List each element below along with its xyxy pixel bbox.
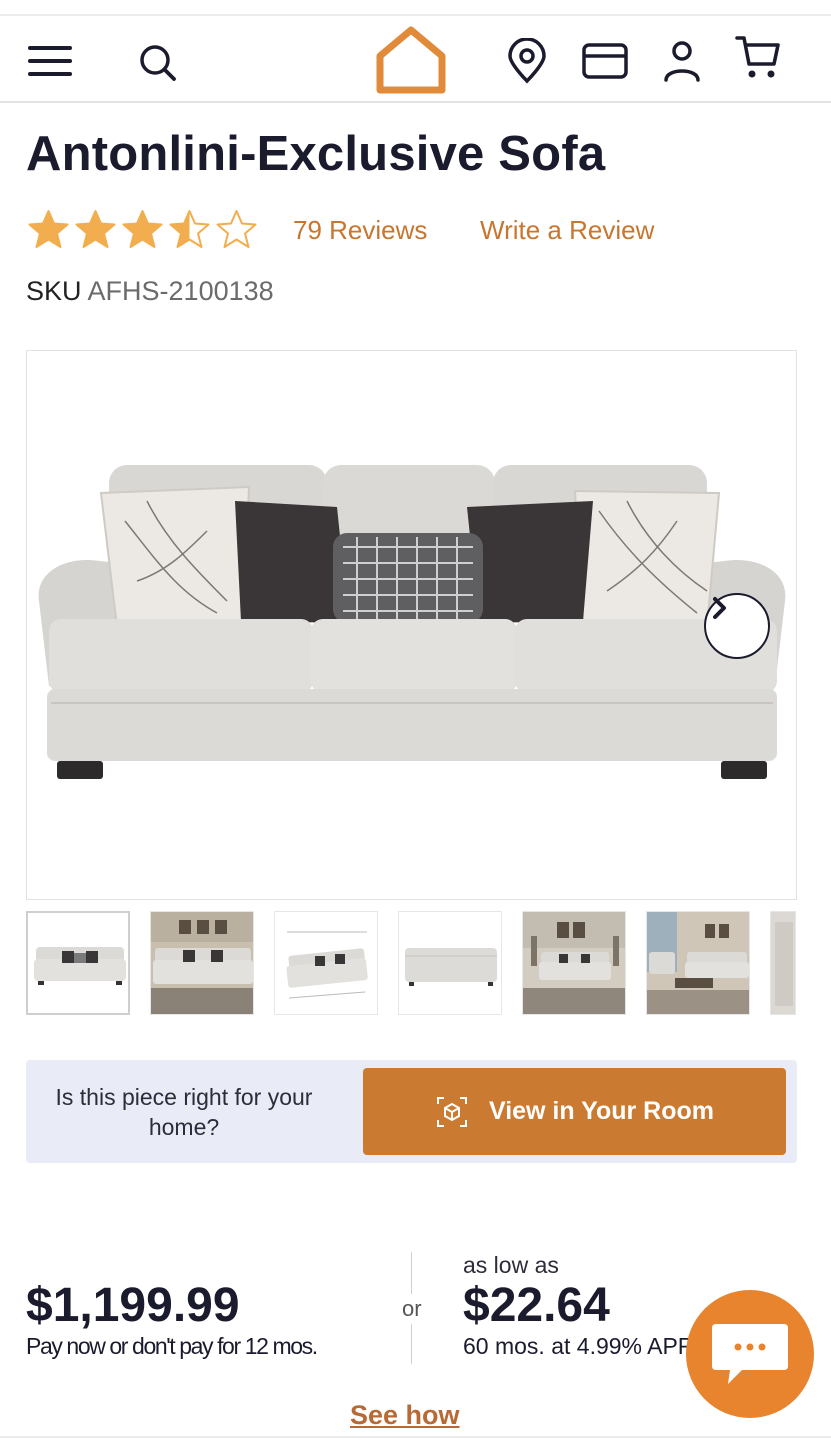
rating-row: 79 Reviews Write a Review xyxy=(26,206,686,250)
as-low-as-label: as low as xyxy=(463,1252,559,1278)
see-how-link[interactable]: See how xyxy=(350,1400,460,1431)
hamburger-menu-icon[interactable] xyxy=(28,44,74,78)
reviews-link[interactable]: 79 Reviews xyxy=(293,215,427,246)
user-icon[interactable] xyxy=(662,40,702,84)
star-full-icon xyxy=(28,210,69,248)
star-rating[interactable] xyxy=(26,208,259,252)
pay-later-note: Pay now or don't pay for 12 mos. xyxy=(26,1333,318,1359)
product-image-gallery[interactable] xyxy=(26,350,797,900)
site-header xyxy=(0,16,831,103)
or-separator: or xyxy=(402,1294,422,1324)
thumbnail-7[interactable] xyxy=(770,911,796,1015)
cart-icon[interactable] xyxy=(734,34,782,82)
gallery-next-button[interactable] xyxy=(704,593,770,659)
thumbnail-5[interactable] xyxy=(522,911,626,1015)
sku-value: AFHS-2100138 xyxy=(87,276,274,306)
star-half-icon xyxy=(169,210,210,248)
location-pin-icon[interactable] xyxy=(506,38,548,84)
write-review-link[interactable]: Write a Review xyxy=(480,215,654,246)
price: $1,199.99 xyxy=(26,1279,240,1332)
view-in-room-panel: Is this piece right for your home? View … xyxy=(26,1060,797,1163)
bottom-border xyxy=(0,1436,831,1438)
credit-card-icon[interactable] xyxy=(582,43,628,79)
thumbnail-strip xyxy=(26,911,816,1017)
search-icon[interactable] xyxy=(138,43,178,83)
ar-cube-icon xyxy=(436,1096,467,1127)
home-logo-icon[interactable] xyxy=(374,24,448,96)
room-question: Is this piece right for your home? xyxy=(55,1084,313,1140)
thumbnail-2[interactable] xyxy=(150,911,254,1015)
monthly-payment: $22.64 xyxy=(463,1279,610,1332)
thumbnail-1[interactable] xyxy=(26,911,130,1015)
financing-terms: 60 mos. at 4.99% APR xyxy=(463,1333,695,1359)
star-empty-icon xyxy=(216,210,257,248)
thumbnail-4[interactable] xyxy=(398,911,502,1015)
product-title: Antonlini-Exclusive Sofa xyxy=(26,127,606,181)
star-full-icon xyxy=(75,210,116,248)
view-in-room-button[interactable]: View in Your Room xyxy=(363,1068,786,1155)
view-in-room-label: View in Your Room xyxy=(488,1097,715,1125)
chat-bubble-icon xyxy=(712,1324,788,1384)
chat-button[interactable] xyxy=(686,1290,814,1418)
star-full-icon xyxy=(122,210,163,248)
sku-line: SKU AFHS-2100138 xyxy=(26,276,274,307)
thumbnail-6[interactable] xyxy=(646,911,750,1015)
thumbnail-3[interactable] xyxy=(274,911,378,1015)
sku-label: SKU xyxy=(26,276,82,306)
sofa-image xyxy=(38,465,786,779)
chevron-right-icon xyxy=(713,597,726,619)
